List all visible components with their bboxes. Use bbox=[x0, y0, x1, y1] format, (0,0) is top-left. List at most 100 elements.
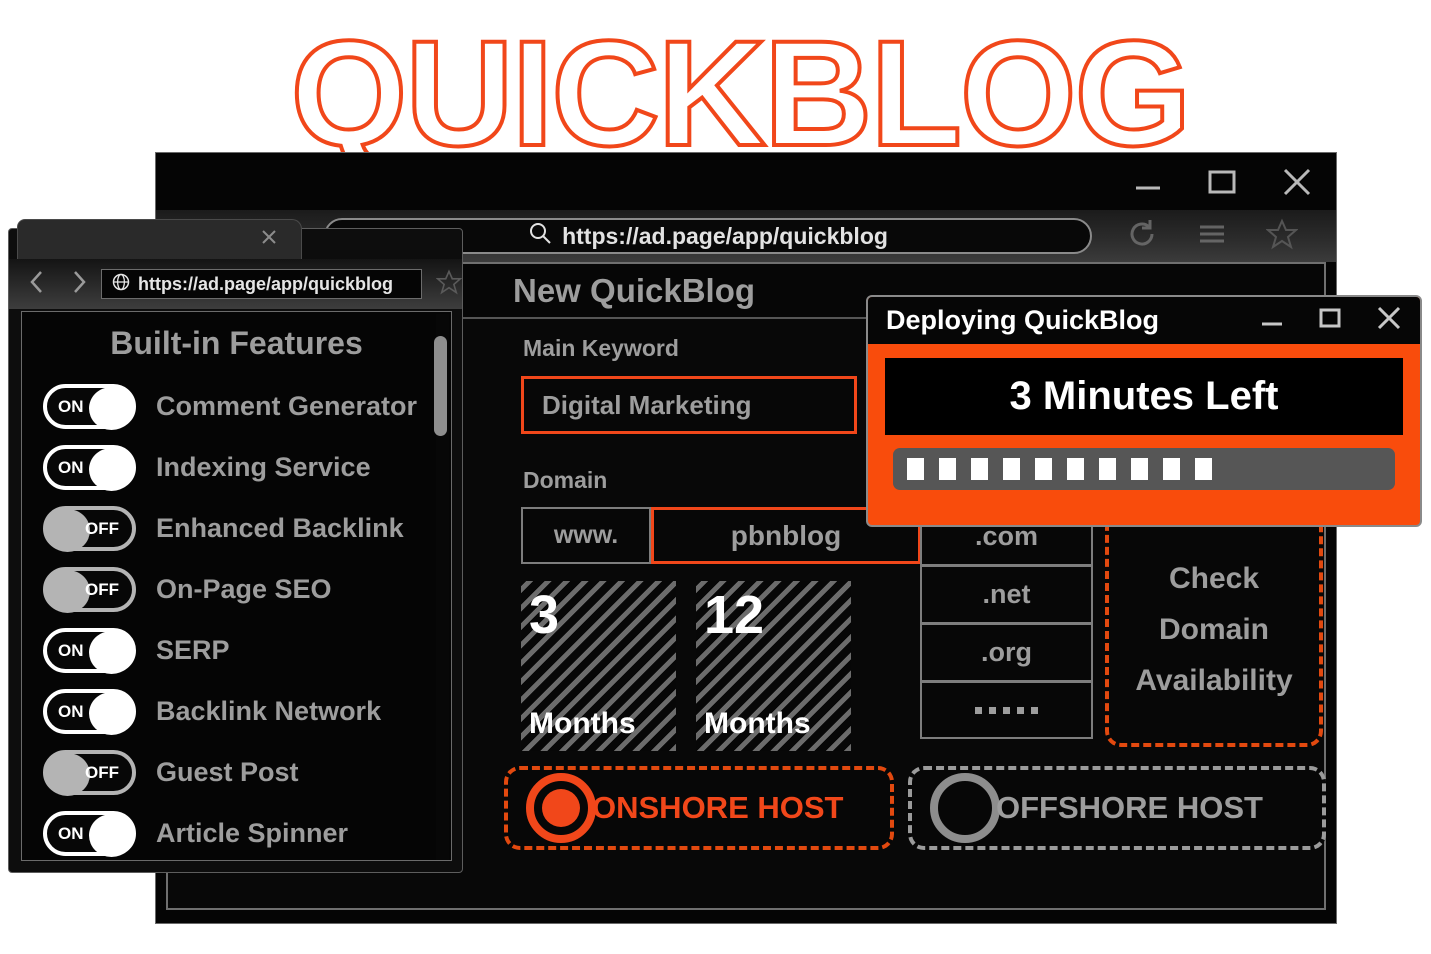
deploying-dialog: Deploying QuickBlog 3 Minutes Left bbox=[866, 295, 1422, 527]
feature-label: On-Page SEO bbox=[156, 574, 332, 604]
tld-option-more[interactable] bbox=[920, 681, 1093, 739]
scrollbar-track[interactable] bbox=[434, 314, 449, 860]
reload-icon[interactable] bbox=[1126, 218, 1158, 255]
screen: QUICKBLOG https://ad.page/app/quickblog … bbox=[0, 0, 1431, 954]
term-unit: Months bbox=[704, 707, 811, 740]
toggle-on-page-seo[interactable]: OFF bbox=[43, 567, 136, 613]
list-item[interactable]: ON Indexing Service bbox=[22, 437, 451, 498]
toggle-knob bbox=[89, 631, 134, 674]
list-item[interactable]: OFF On-Page SEO bbox=[22, 559, 451, 620]
feature-label: SERP bbox=[156, 635, 230, 665]
toggle-state-label: ON bbox=[58, 701, 84, 721]
toggle-state-label: OFF bbox=[85, 762, 119, 782]
dialog-titlebar: Deploying QuickBlog bbox=[868, 297, 1420, 344]
list-item[interactable]: OFF Guest Post bbox=[22, 742, 451, 803]
dialog-status-text: 3 Minutes Left bbox=[885, 358, 1403, 435]
toggle-indexing-service[interactable]: ON bbox=[43, 445, 136, 491]
dialog-title: Deploying QuickBlog bbox=[886, 305, 1160, 335]
check-button-line-2: Domain bbox=[1158, 613, 1269, 646]
back-arrow-icon[interactable] bbox=[27, 269, 47, 300]
term-option-12-months[interactable]: 12 Months bbox=[696, 581, 851, 751]
check-button-line-3: Availability bbox=[1135, 664, 1293, 697]
main-keyword-label: Main Keyword bbox=[523, 335, 679, 361]
toggle-state-label: ON bbox=[58, 396, 84, 416]
onshore-host-label: ONSHORE HOST bbox=[592, 790, 844, 825]
term-option-3-months[interactable]: 3 Months bbox=[521, 581, 676, 751]
address-bar-url: https://ad.page/app/quickblog bbox=[562, 222, 888, 249]
offshore-host-label: OFFSHORE HOST bbox=[996, 790, 1263, 825]
feature-label: Indexing Service bbox=[156, 452, 371, 482]
toggle-serp[interactable]: ON bbox=[43, 628, 136, 674]
toolbar-icons bbox=[1126, 218, 1299, 255]
close-icon[interactable] bbox=[1372, 301, 1406, 340]
tld-option-list: .com .net .org bbox=[920, 507, 1093, 739]
feature-label: Enhanced Backlink bbox=[156, 513, 404, 543]
toggle-knob bbox=[89, 448, 134, 491]
close-icon[interactable] bbox=[259, 227, 279, 252]
feature-label: Guest Post bbox=[156, 757, 299, 787]
tld-option-org[interactable]: .org bbox=[920, 623, 1093, 681]
toggle-guest-post[interactable]: OFF bbox=[43, 750, 136, 796]
radio-unselected-icon bbox=[930, 773, 1000, 843]
toggle-knob bbox=[89, 692, 134, 735]
ellipsis-icon bbox=[975, 706, 1038, 714]
offshore-host-option[interactable]: OFFSHORE HOST bbox=[908, 766, 1326, 850]
progress-bar bbox=[893, 448, 1395, 490]
hamburger-menu-icon[interactable] bbox=[1196, 218, 1228, 255]
domain-label: Domain bbox=[523, 467, 608, 493]
popup-address-url: https://ad.page/app/quickblog bbox=[138, 273, 394, 294]
popup-navigation-arrows bbox=[27, 269, 89, 300]
toggle-enhanced-backlink[interactable]: OFF bbox=[43, 506, 136, 552]
quickblog-logo: QUICKBLOG bbox=[289, 9, 1194, 177]
check-button-line-1: Check bbox=[1168, 562, 1260, 595]
toggle-state-label: OFF bbox=[85, 579, 119, 599]
list-item[interactable]: ON Article Spinner bbox=[22, 803, 451, 860]
popup-browser-tab[interactable] bbox=[17, 219, 302, 259]
toggle-knob bbox=[89, 814, 134, 857]
popup-address-bar[interactable]: https://ad.page/app/quickblog bbox=[101, 269, 422, 299]
maximize-icon[interactable] bbox=[1314, 302, 1346, 339]
toggle-state-label: OFF bbox=[85, 518, 119, 538]
term-number: 12 bbox=[704, 585, 765, 645]
close-icon[interactable] bbox=[1276, 161, 1318, 203]
toggle-article-spinner[interactable]: ON bbox=[43, 811, 136, 857]
term-number: 3 bbox=[529, 585, 560, 645]
star-icon[interactable] bbox=[1265, 218, 1299, 255]
toggle-knob bbox=[89, 387, 134, 430]
feature-label: Backlink Network bbox=[156, 696, 382, 726]
maximize-icon[interactable] bbox=[1202, 162, 1242, 202]
toggle-comment-generator[interactable]: ON bbox=[43, 384, 136, 430]
features-list: ON Comment Generator ON Indexing Service… bbox=[22, 376, 451, 860]
toggle-backlink-network[interactable]: ON bbox=[43, 689, 136, 735]
main-window-titlebar bbox=[156, 153, 1336, 210]
toggle-state-label: ON bbox=[58, 823, 84, 843]
feature-label: Article Spinner bbox=[156, 818, 349, 848]
search-icon bbox=[528, 221, 552, 251]
features-popup-window: https://ad.page/app/quickblog Built-in F… bbox=[8, 219, 463, 873]
list-item[interactable]: ON Backlink Network bbox=[22, 681, 451, 742]
list-item[interactable]: ON SERP bbox=[22, 620, 451, 681]
list-item[interactable]: ON Comment Generator bbox=[22, 376, 451, 437]
onshore-host-option[interactable]: ONSHORE HOST bbox=[504, 766, 894, 850]
list-item[interactable]: OFF Enhanced Backlink bbox=[22, 498, 451, 559]
radio-selected-icon bbox=[526, 773, 596, 843]
dialog-window-controls bbox=[1256, 301, 1406, 340]
forward-arrow-icon[interactable] bbox=[69, 269, 89, 300]
minimize-icon[interactable] bbox=[1256, 302, 1288, 339]
domain-prefix: www. bbox=[521, 507, 651, 564]
term-unit: Months bbox=[529, 707, 636, 740]
check-domain-availability-button[interactable]: Check Domain Availability bbox=[1105, 512, 1323, 747]
features-heading: Built-in Features bbox=[110, 325, 363, 361]
page-title: New QuickBlog bbox=[513, 271, 756, 309]
tld-option-net[interactable]: .net bbox=[920, 565, 1093, 623]
main-keyword-input[interactable]: Digital Marketing bbox=[521, 376, 857, 434]
popup-toolbar: https://ad.page/app/quickblog bbox=[9, 259, 463, 309]
minimize-icon[interactable] bbox=[1128, 162, 1168, 202]
scrollbar-thumb[interactable] bbox=[434, 336, 447, 436]
feature-label: Comment Generator bbox=[156, 391, 418, 421]
globe-icon bbox=[112, 273, 130, 296]
toggle-state-label: ON bbox=[58, 640, 84, 660]
features-panel: Built-in Features ON Comment Generator O… bbox=[21, 311, 452, 861]
star-icon[interactable] bbox=[435, 268, 463, 300]
toggle-state-label: ON bbox=[58, 457, 84, 477]
